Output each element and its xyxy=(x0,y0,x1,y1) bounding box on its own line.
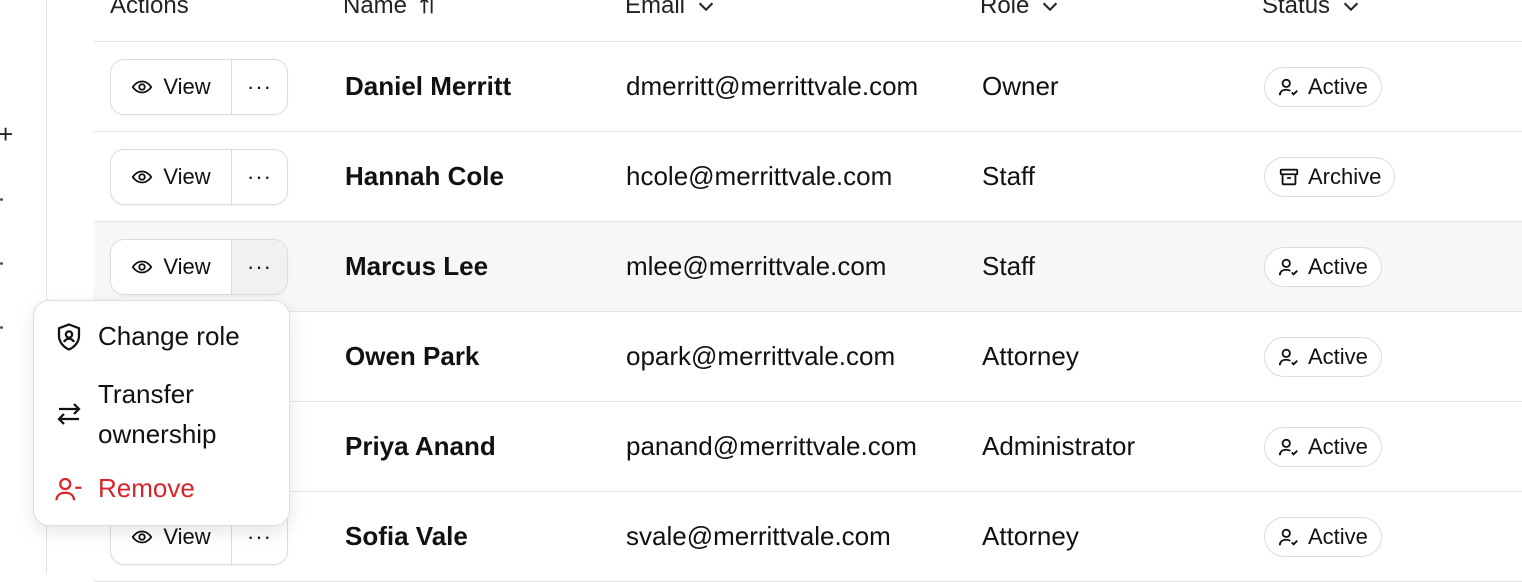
eye-icon xyxy=(132,170,153,183)
more-actions-button[interactable]: ··· xyxy=(232,150,287,204)
view-button[interactable]: View xyxy=(111,149,232,204)
member-email: mlee@merrittvale.com xyxy=(626,251,887,281)
eye-icon xyxy=(132,260,153,273)
column-header-status[interactable]: Status xyxy=(1262,0,1362,20)
eye-icon xyxy=(132,80,153,93)
table-row[interactable]: View ··· Sofia Vale svale@merrittvale.co… xyxy=(94,492,1522,582)
member-name: Sofia Vale xyxy=(345,521,468,551)
row-actions-menu: Change role Transfer ownership Remove xyxy=(33,300,290,526)
table-row[interactable]: View ··· Marcus Lee mlee@merrittvale.com… xyxy=(94,222,1522,312)
table-row[interactable]: View ··· Owen Park opark@merrittvale.com… xyxy=(94,312,1522,402)
column-header-email[interactable]: Email xyxy=(625,0,717,20)
user-check-icon xyxy=(1278,258,1298,276)
member-email: dmerritt@merrittvale.com xyxy=(626,71,919,101)
status-badge: Active xyxy=(1264,336,1382,377)
sort-ascending-icon xyxy=(420,0,433,14)
chevron-down-icon xyxy=(1043,2,1058,12)
user-check-icon xyxy=(1278,438,1298,456)
status-badge: Active xyxy=(1264,246,1382,287)
member-role: Staff xyxy=(982,251,1036,281)
member-email: svale@merrittvale.com xyxy=(626,521,891,551)
transfer-ownership-menu-item[interactable]: Transfer ownership xyxy=(54,374,217,454)
nav-dot[interactable] xyxy=(0,262,3,265)
table-row[interactable]: View ··· Priya Anand panand@merrittvale.… xyxy=(94,402,1522,492)
plus-icon[interactable]: + xyxy=(0,121,13,147)
member-role: Staff xyxy=(982,161,1036,191)
chevron-down-icon xyxy=(1343,2,1359,12)
arrows-left-right-icon xyxy=(57,403,81,425)
table-row[interactable]: View ··· Daniel Merritt dmerritt@merritt… xyxy=(94,42,1522,132)
view-button[interactable]: View xyxy=(111,59,232,114)
status-badge: Archive xyxy=(1264,156,1396,197)
member-email: opark@merrittvale.com xyxy=(626,341,896,371)
user-check-icon xyxy=(1278,78,1298,96)
row-actions: View ··· xyxy=(110,148,288,205)
column-header-actions: Actions xyxy=(110,0,189,19)
member-role: Attorney xyxy=(982,341,1079,371)
more-actions-button[interactable]: ··· xyxy=(232,239,287,294)
status-badge: Active xyxy=(1264,516,1382,557)
table-row[interactable]: View ··· Hannah Cole hcole@merrittvale.c… xyxy=(94,132,1522,222)
chevron-down-icon xyxy=(698,2,714,12)
column-header-role[interactable]: Role xyxy=(980,0,1061,20)
shield-user-icon xyxy=(57,322,81,351)
user-minus-icon xyxy=(55,477,82,500)
member-name: Priya Anand xyxy=(345,431,496,461)
archive-icon xyxy=(1279,168,1299,185)
user-check-icon xyxy=(1278,528,1298,546)
status-badge: Active xyxy=(1264,426,1382,467)
member-name: Owen Park xyxy=(345,341,480,371)
eye-icon xyxy=(132,530,153,543)
member-role: Owner xyxy=(982,71,1059,101)
row-actions: View ··· xyxy=(110,238,288,295)
row-actions: View ··· xyxy=(110,58,288,115)
nav-dot[interactable] xyxy=(0,198,3,201)
member-name: Daniel Merritt xyxy=(345,71,512,101)
member-email: panand@merrittvale.com xyxy=(626,431,917,461)
nav-dot[interactable] xyxy=(0,326,3,329)
member-name: Hannah Cole xyxy=(345,161,504,191)
status-badge: Active xyxy=(1264,66,1382,107)
member-email: hcole@merrittvale.com xyxy=(626,161,893,191)
table-header: Actions Name Email Role Status xyxy=(94,0,1522,42)
user-check-icon xyxy=(1278,348,1298,366)
change-role-menu-item[interactable]: Change role xyxy=(54,321,240,352)
member-name: Marcus Lee xyxy=(345,251,489,281)
member-role: Attorney xyxy=(982,521,1079,551)
column-header-name[interactable]: Name xyxy=(343,0,439,20)
more-actions-button[interactable]: ··· xyxy=(232,60,287,114)
view-button[interactable]: View xyxy=(111,239,232,294)
remove-menu-item[interactable]: Remove xyxy=(54,473,195,504)
member-role: Administrator xyxy=(982,431,1136,461)
